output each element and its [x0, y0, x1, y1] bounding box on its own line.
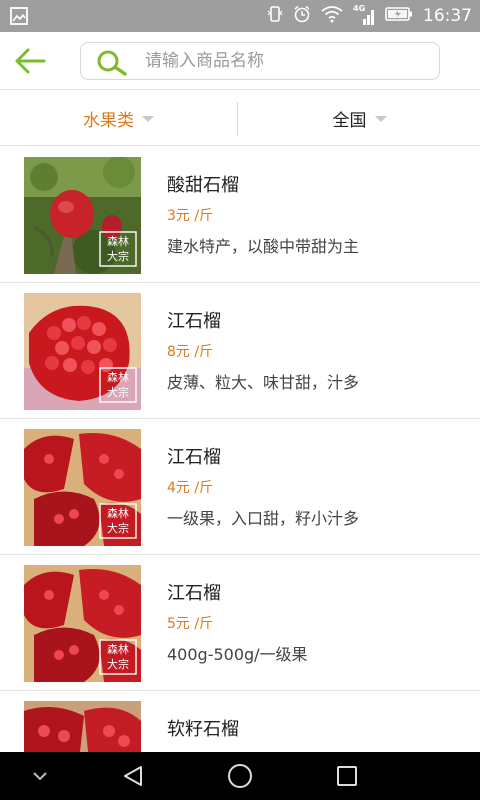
- filter-divider: [237, 102, 238, 136]
- watermark-logo: 森林大宗: [107, 235, 129, 263]
- hide-nav-button[interactable]: [20, 752, 60, 800]
- product-description: 一级果，入口甜，籽小汁多: [167, 509, 360, 528]
- product-name: 江石榴: [167, 447, 221, 468]
- back-button[interactable]: [10, 44, 50, 78]
- category-filter[interactable]: 水果类: [0, 90, 237, 146]
- product-item[interactable]: 软籽石榴: [0, 691, 480, 752]
- product-item[interactable]: 森林大宗 江石榴 5元 /斤 400g-500g/一级果: [0, 555, 480, 691]
- clock-time: 16:37: [423, 6, 472, 26]
- recents-square-icon: [337, 766, 357, 786]
- filter-bar: 水果类 全国: [0, 90, 480, 146]
- nav-home-button[interactable]: [215, 752, 265, 800]
- category-filter-label: 水果类: [83, 110, 134, 131]
- watermark-logo: 森林大宗: [107, 371, 129, 399]
- status-bar: 4G 16:37: [0, 0, 480, 32]
- product-item[interactable]: 森林大宗 江石榴 8元 /斤 皮薄、粒大、味甘甜，汁多: [0, 283, 480, 419]
- back-triangle-icon: [124, 766, 142, 786]
- product-item[interactable]: 森林大宗 江石榴 4元 /斤 一级果，入口甜，籽小汁多: [0, 419, 480, 555]
- product-name: 软籽石榴: [167, 719, 239, 740]
- header: [0, 32, 480, 90]
- arrow-left-icon: [15, 48, 46, 74]
- nav-back-button[interactable]: [108, 752, 158, 800]
- product-image: 森林大宗: [24, 565, 141, 682]
- product-price: 5元 /斤: [167, 616, 214, 632]
- system-nav-bar: [0, 752, 480, 800]
- product-list[interactable]: 森林大宗 酸甜石榴 3元 /斤 建水特产，以酸中带甜为主 森林大宗 江石榴 8元…: [0, 147, 480, 752]
- nav-recents-button[interactable]: [322, 752, 372, 800]
- search-box[interactable]: [80, 42, 440, 80]
- wifi-icon: [321, 5, 343, 27]
- watermark-logo: 森林大宗: [107, 643, 129, 671]
- watermark-logo: 森林大宗: [107, 507, 129, 535]
- product-name: 酸甜石榴: [167, 175, 239, 196]
- product-item[interactable]: 森林大宗 酸甜石榴 3元 /斤 建水特产，以酸中带甜为主: [0, 147, 480, 283]
- product-name: 江石榴: [167, 583, 221, 604]
- search-icon: [95, 49, 127, 76]
- product-name: 江石榴: [167, 311, 221, 332]
- cellular-signal-icon: 4G: [353, 4, 375, 26]
- vibrate-icon: [267, 5, 283, 27]
- product-price: 4元 /斤: [167, 480, 214, 496]
- product-price: 3元 /斤: [167, 208, 214, 224]
- home-circle-icon: [228, 764, 252, 788]
- caret-down-icon: [374, 116, 387, 122]
- product-image: 森林大宗: [24, 429, 141, 546]
- caret-down-icon: [142, 116, 154, 122]
- product-description: 建水特产，以酸中带甜为主: [167, 237, 360, 256]
- gallery-notification-icon: [10, 7, 28, 25]
- product-description: 皮薄、粒大、味甘甜，汁多: [167, 373, 360, 392]
- region-filter-label: 全国: [332, 110, 367, 131]
- product-description: 400g-500g/一级果: [167, 645, 308, 664]
- chevron-down-icon: [33, 772, 47, 781]
- product-image: 森林大宗: [24, 157, 141, 274]
- region-filter[interactable]: 全国: [239, 90, 480, 146]
- product-price: 8元 /斤: [167, 344, 214, 360]
- product-image: 森林大宗: [24, 293, 141, 410]
- battery-icon: [385, 6, 413, 26]
- product-image: [24, 701, 141, 752]
- alarm-icon: [293, 5, 311, 27]
- search-input[interactable]: [145, 43, 430, 79]
